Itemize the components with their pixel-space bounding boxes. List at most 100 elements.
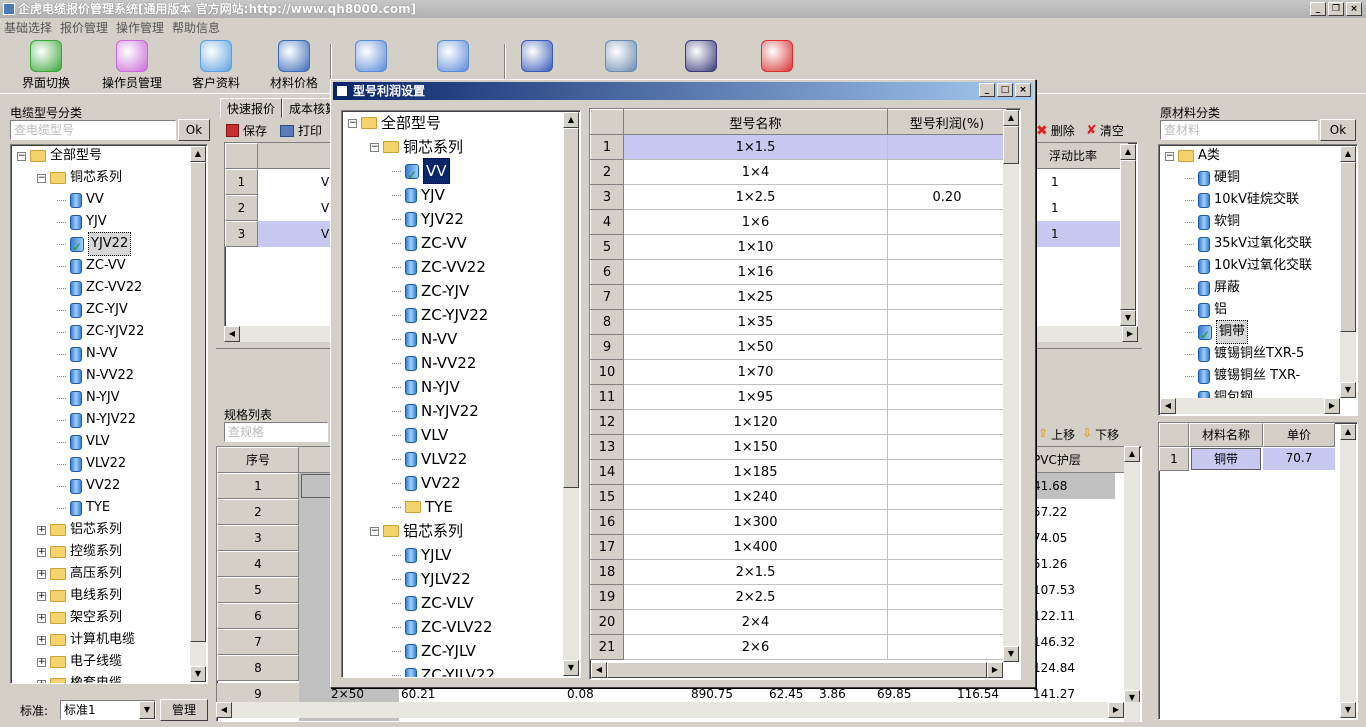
model-name-cell[interactable]: 2×6 xyxy=(623,634,888,660)
collapse-icon[interactable]: − xyxy=(348,118,357,128)
table-row[interactable]: 2 1×4 xyxy=(590,159,1007,185)
model-name-cell[interactable]: 1×16 xyxy=(623,259,888,285)
tree-item[interactable]: VLV22 xyxy=(392,447,467,471)
dialog-tree-vscroll[interactable]: ▲ ▼ xyxy=(563,112,579,676)
expand-icon[interactable]: + xyxy=(37,679,46,683)
tree-item[interactable]: ZC-YJLV22 xyxy=(392,663,495,677)
model-profit-cell[interactable] xyxy=(887,334,1007,360)
expand-icon[interactable]: + xyxy=(37,525,46,535)
scroll-down-icon[interactable]: ▼ xyxy=(563,660,579,676)
table-row[interactable]: 7 1×25 xyxy=(590,284,1007,310)
tree-item[interactable]: VV xyxy=(392,158,450,187)
tree-item[interactable]: ZC-VV xyxy=(57,255,126,277)
float-ratio-cell[interactable]: 1 xyxy=(1051,221,1059,247)
menu-quote-manage[interactable]: 报价管理 xyxy=(60,18,108,38)
expand-icon[interactable]: + xyxy=(37,613,46,623)
scroll-left-icon[interactable]: ◀ xyxy=(1160,398,1176,414)
toolbar-button-0[interactable]: 界面切换 xyxy=(6,40,86,90)
table-row[interactable]: 13 1×150 xyxy=(590,434,1007,460)
clear-button[interactable]: ✘ 清空 xyxy=(1086,122,1124,139)
scroll-right-icon[interactable]: ▶ xyxy=(1108,702,1124,718)
expand-icon[interactable]: + xyxy=(37,657,46,667)
tree-item[interactable]: TYE xyxy=(57,497,110,519)
model-name-cell[interactable]: 1×300 xyxy=(623,509,888,535)
model-name-cell[interactable]: 1×1.5 xyxy=(623,134,888,160)
tree-item[interactable]: + 电线系列 xyxy=(37,585,122,607)
model-profit-cell[interactable] xyxy=(887,359,1007,385)
model-name-cell[interactable]: 1×2.5 xyxy=(623,184,888,210)
tree-item[interactable]: N-VV22 xyxy=(392,351,476,375)
model-search-input[interactable]: 查电缆型号 xyxy=(10,120,176,140)
scroll-thumb[interactable] xyxy=(1340,162,1356,332)
tree-item[interactable]: + 电子线缆 xyxy=(37,651,122,673)
scroll-thumb[interactable] xyxy=(1003,126,1019,164)
standard-select[interactable]: 标准1 ▼ xyxy=(60,700,156,720)
scroll-up-icon[interactable]: ▲ xyxy=(563,112,579,128)
tree-item[interactable]: YJV xyxy=(57,211,107,233)
float-ratio-cell[interactable]: 1 xyxy=(1051,169,1059,195)
toolbar-button-5[interactable] xyxy=(428,40,478,76)
model-profit-cell[interactable] xyxy=(887,234,1007,260)
tree-item[interactable]: 镀锡铜丝TXR-5 xyxy=(1185,343,1304,365)
model-name-cell[interactable]: 1×35 xyxy=(623,309,888,335)
scroll-thumb[interactable] xyxy=(1120,160,1136,310)
model-name-cell[interactable]: 1×25 xyxy=(623,284,888,310)
scroll-up-icon[interactable]: ▲ xyxy=(1124,446,1140,462)
model-name-cell[interactable]: 1×95 xyxy=(623,384,888,410)
tree-item[interactable]: 铝 xyxy=(1185,299,1227,321)
model-profit-cell[interactable] xyxy=(887,584,1007,610)
model-name-cell[interactable]: 1×240 xyxy=(623,484,888,510)
scroll-thumb[interactable] xyxy=(563,128,579,488)
toolbar-button-9[interactable] xyxy=(752,40,802,76)
model-name-cell[interactable]: 1×185 xyxy=(623,459,888,485)
tree-item[interactable]: ZC-YJV22 xyxy=(57,321,144,343)
dialog-grid-vscroll[interactable]: ▲ ▼ xyxy=(1003,110,1019,662)
tree-item[interactable]: 35kV过氧化交联 xyxy=(1185,233,1312,255)
model-name-cell[interactable]: 1×6 xyxy=(623,209,888,235)
tree-item[interactable]: ZC-VLV22 xyxy=(392,615,493,639)
model-profit-cell[interactable] xyxy=(887,259,1007,285)
tree-item[interactable]: N-VV22 xyxy=(57,365,134,387)
tree-item[interactable]: YJLV xyxy=(392,543,452,567)
model-name-cell[interactable]: 2×4 xyxy=(623,609,888,635)
tree-item[interactable]: + 控缆系列 xyxy=(37,541,122,563)
delete-button[interactable]: ✖ 删除 xyxy=(1036,122,1075,139)
collapse-icon[interactable]: − xyxy=(1165,151,1174,161)
model-name-cell[interactable]: 1×4 xyxy=(623,159,888,185)
tree-item[interactable]: N-VV xyxy=(392,327,457,351)
tree-item[interactable]: − 全部型号 xyxy=(348,111,441,135)
tree-item[interactable]: + 铝芯系列 xyxy=(37,519,122,541)
model-profit-cell[interactable] xyxy=(887,484,1007,510)
scroll-up-icon[interactable]: ▲ xyxy=(1120,144,1136,160)
model-profit-cell[interactable] xyxy=(887,434,1007,460)
scroll-up-icon[interactable]: ▲ xyxy=(1003,110,1019,126)
tree-item[interactable]: 软铜 xyxy=(1185,211,1240,233)
table-row[interactable]: 6 1×16 xyxy=(590,259,1007,285)
tree-item[interactable]: ZC-YJV xyxy=(57,299,128,321)
tree-item[interactable]: 10kV硅烷交联 xyxy=(1185,189,1299,211)
tree-item[interactable]: 镀锡铜丝 TXR- xyxy=(1185,365,1300,387)
material-tree-hscroll[interactable]: ◀ ▶ xyxy=(1160,398,1340,414)
tree-item[interactable]: N-YJV xyxy=(57,387,120,409)
scroll-left-icon[interactable]: ◀ xyxy=(216,702,232,718)
tree-item[interactable]: + 橡套电缆 xyxy=(37,673,122,683)
scroll-thumb[interactable] xyxy=(607,662,987,678)
tree-item[interactable]: 铜带 xyxy=(1185,320,1249,346)
model-name-cell[interactable]: 1×400 xyxy=(623,534,888,560)
scroll-left-icon[interactable]: ◀ xyxy=(224,326,240,342)
expand-icon[interactable]: + xyxy=(37,569,46,579)
tree-item[interactable]: YJV22 xyxy=(57,232,132,258)
expand-icon[interactable]: + xyxy=(37,547,46,557)
close-button[interactable]: × xyxy=(1346,2,1362,16)
table-row[interactable]: 16 1×300 xyxy=(590,509,1007,535)
model-profit-cell[interactable] xyxy=(887,634,1007,660)
table-row[interactable]: 15 1×240 xyxy=(590,484,1007,510)
table-row[interactable]: 21 2×6 xyxy=(590,634,1007,660)
table-row[interactable]: 3 1×2.5 0.20 xyxy=(590,184,1007,210)
table-row[interactable]: 12 1×120 xyxy=(590,409,1007,435)
spec-grid-vscroll[interactable]: ▲ ▼ xyxy=(1124,446,1140,722)
float-ratio-cell[interactable]: 1 xyxy=(1051,195,1059,221)
table-row[interactable]: 8 1×35 xyxy=(590,309,1007,335)
model-tree-scrollbar[interactable]: ▲ ▼ xyxy=(190,146,206,682)
table-row[interactable]: 11 1×95 xyxy=(590,384,1007,410)
